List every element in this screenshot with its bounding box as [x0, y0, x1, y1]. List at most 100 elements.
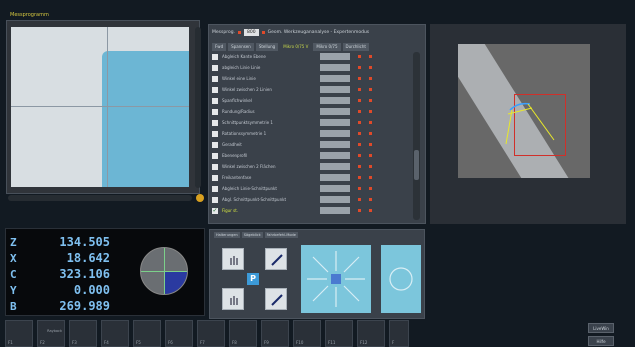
- row-marker-icon[interactable]: [358, 121, 361, 124]
- list-item[interactable]: Winkel zwischen 2 Flächen: [212, 162, 412, 171]
- list-item[interactable]: Abgl. Schnittpunkt-Schnittpunkt: [212, 195, 412, 204]
- row-checkbox[interactable]: [212, 152, 218, 159]
- row-value-field[interactable]: [320, 119, 350, 126]
- row-value-field[interactable]: [320, 152, 350, 159]
- camera-view[interactable]: [11, 27, 189, 187]
- row-checkbox[interactable]: [212, 53, 218, 60]
- tab-stellung[interactable]: Stellung: [255, 43, 279, 51]
- fkey-f8[interactable]: F8: [229, 320, 257, 347]
- row-marker-icon[interactable]: [369, 187, 372, 190]
- mode-select[interactable]: 800: [244, 29, 259, 36]
- rotation-pad[interactable]: [381, 245, 421, 313]
- row-value-field[interactable]: [320, 196, 350, 203]
- row-checkbox[interactable]: ✓: [212, 207, 218, 214]
- row-checkbox[interactable]: [212, 86, 218, 93]
- tab-saegeblick[interactable]: Sägeblick: [241, 232, 263, 238]
- list-item[interactable]: Winkel eine Linie: [212, 74, 412, 83]
- row-checkbox[interactable]: [212, 130, 218, 137]
- tab-fwd[interactable]: Fwd: [212, 43, 227, 51]
- row-marker-icon[interactable]: [369, 198, 372, 201]
- camera-horizontal-scrollbar[interactable]: [8, 195, 192, 201]
- row-marker-icon[interactable]: [369, 121, 372, 124]
- measure-list-scrollbar[interactable]: [413, 52, 420, 220]
- fkey-f3[interactable]: F3: [69, 320, 97, 347]
- row-value-field[interactable]: [320, 53, 350, 60]
- fkey-f1[interactable]: F1: [5, 320, 33, 347]
- row-marker-icon[interactable]: [358, 132, 361, 135]
- list-item[interactable]: Schnittpunktsymmetrie 1: [212, 118, 412, 127]
- fkey-f2[interactable]: F2 Rayback: [37, 320, 65, 347]
- fkey-f10[interactable]: F10: [293, 320, 321, 347]
- row-value-field[interactable]: [320, 64, 350, 71]
- p-button[interactable]: P: [247, 273, 259, 285]
- row-marker-icon[interactable]: [358, 88, 361, 91]
- row-marker-icon[interactable]: [358, 143, 361, 146]
- row-checkbox[interactable]: [212, 64, 218, 71]
- row-marker-icon[interactable]: [358, 99, 361, 102]
- row-value-field[interactable]: [320, 108, 350, 115]
- row-checkbox[interactable]: [212, 108, 218, 115]
- row-value-field[interactable]: [320, 130, 350, 137]
- hand-jog-button[interactable]: [222, 248, 244, 270]
- row-marker-icon[interactable]: [369, 88, 372, 91]
- row-marker-icon[interactable]: [358, 187, 361, 190]
- row-marker-icon[interactable]: [358, 209, 361, 212]
- camera-zoom-knob[interactable]: [196, 194, 204, 202]
- fkey-f11[interactable]: F11: [325, 320, 353, 347]
- row-marker-icon[interactable]: [358, 165, 361, 168]
- list-item[interactable]: ✓ Figur st.: [212, 206, 412, 215]
- direction-pad[interactable]: [301, 245, 371, 313]
- microscope-image[interactable]: [458, 44, 590, 178]
- help-button[interactable]: Hilfe: [588, 336, 614, 346]
- fkey-f[interactable]: F: [389, 320, 409, 347]
- row-value-field[interactable]: [320, 97, 350, 104]
- measure-list-scroll-thumb[interactable]: [414, 150, 419, 180]
- probe-up-button[interactable]: [265, 248, 287, 270]
- row-marker-icon[interactable]: [358, 77, 361, 80]
- tab-spannsen[interactable]: Spannsen: [228, 43, 254, 51]
- row-marker-icon[interactable]: [369, 110, 372, 113]
- list-item[interactable]: abgleich Linie Linie: [212, 63, 412, 72]
- row-marker-icon[interactable]: [369, 66, 372, 69]
- list-item[interactable]: Rotationssymmetrie 1: [212, 129, 412, 138]
- row-checkbox[interactable]: [212, 119, 218, 126]
- row-marker-icon[interactable]: [358, 154, 361, 157]
- row-checkbox[interactable]: [212, 141, 218, 148]
- row-marker-icon[interactable]: [358, 55, 361, 58]
- row-checkbox[interactable]: [212, 163, 218, 170]
- tab-durchlicht[interactable]: Durchlicht: [342, 43, 369, 51]
- row-marker-icon[interactable]: [369, 209, 372, 212]
- row-marker-icon[interactable]: [358, 176, 361, 179]
- row-marker-icon[interactable]: [369, 99, 372, 102]
- row-marker-icon[interactable]: [369, 143, 372, 146]
- list-item[interactable]: Abgleich Kante Ebene: [212, 52, 412, 61]
- row-checkbox[interactable]: [212, 174, 218, 181]
- row-marker-icon[interactable]: [358, 110, 361, 113]
- row-value-field[interactable]: [320, 185, 350, 192]
- row-marker-icon[interactable]: [369, 77, 372, 80]
- row-marker-icon[interactable]: [358, 66, 361, 69]
- row-value-field[interactable]: [320, 207, 350, 214]
- fkey-f12[interactable]: F12: [357, 320, 385, 347]
- probe-down-button[interactable]: [265, 288, 287, 310]
- row-checkbox[interactable]: [212, 97, 218, 104]
- row-marker-icon[interactable]: [369, 176, 372, 179]
- fkey-f4[interactable]: F4: [101, 320, 129, 347]
- row-marker-icon[interactable]: [369, 132, 372, 135]
- list-item[interactable]: Abgleich Linie-Schnittpunkt: [212, 184, 412, 193]
- list-item[interactable]: Freikantenfase: [212, 173, 412, 182]
- tab-mikro-75[interactable]: Mikro 0/75: [313, 43, 341, 51]
- list-item[interactable]: Geradheit: [212, 140, 412, 149]
- row-value-field[interactable]: [320, 141, 350, 148]
- row-marker-icon[interactable]: [358, 198, 361, 201]
- fkey-f7[interactable]: F7: [197, 320, 225, 347]
- camera-vertical-scrollbar[interactable]: [195, 27, 201, 188]
- list-item[interactable]: Spanflchwinkel: [212, 96, 412, 105]
- fkey-f6[interactable]: F6: [165, 320, 193, 347]
- fkey-f5[interactable]: F5: [133, 320, 161, 347]
- list-item[interactable]: Winkel zwischen 2 Linien: [212, 85, 412, 94]
- row-marker-icon[interactable]: [369, 165, 372, 168]
- list-item[interactable]: Ebenenprofil: [212, 151, 412, 160]
- fkey-f9[interactable]: F9: [261, 320, 289, 347]
- row-checkbox[interactable]: [212, 75, 218, 82]
